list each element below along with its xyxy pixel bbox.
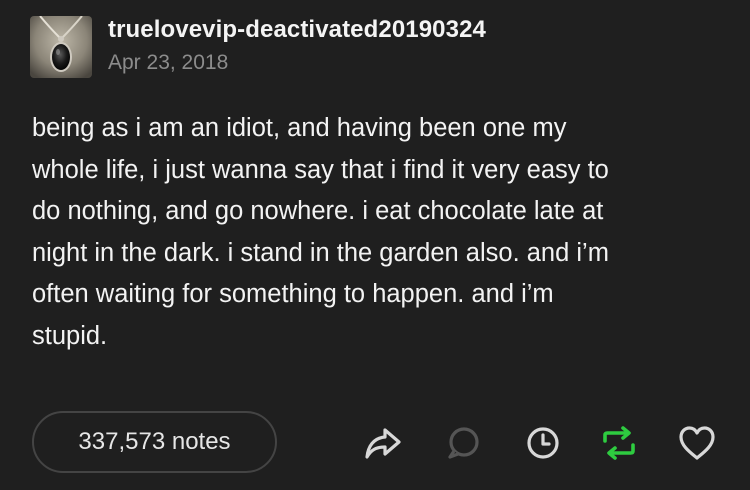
blog-name[interactable]: truelovevip-deactivated20190324 [108,16,486,44]
reply-icon [448,427,479,459]
clock-icon [527,427,559,459]
post-body-line: being as i am an idiot, and having been … [32,114,567,142]
post-body-line: do nothing, and go nowhere. i eat chocol… [32,197,604,225]
post-body-line: night in the dark. i stand in the garden… [32,238,609,267]
heart-icon [679,426,715,460]
tumblr-post: truelovevip-deactivated20190324 Apr 23, … [0,0,750,490]
reblog-icon [603,426,635,460]
share-button[interactable] [360,420,406,466]
post-date: Apr 23, 2018 [108,51,229,74]
reply-button[interactable] [440,420,486,466]
post-body-line: whole life, i just wanna say that i find… [32,155,609,184]
reblog-button[interactable] [596,420,642,466]
notes-button[interactable]: 337,573 notes [32,411,277,473]
queue-button[interactable] [520,420,566,466]
avatar[interactable] [30,16,92,78]
post-actions [360,420,720,466]
post-body-line: stupid. [32,321,108,350]
avatar-image [30,16,92,78]
notes-count: 337,573 notes [78,428,231,455]
share-icon [365,428,401,459]
post-body-line: often waiting for something to happen. a… [32,280,554,308]
post-body: being as i am an idiot, and having been … [32,108,722,357]
like-button[interactable] [674,420,720,466]
